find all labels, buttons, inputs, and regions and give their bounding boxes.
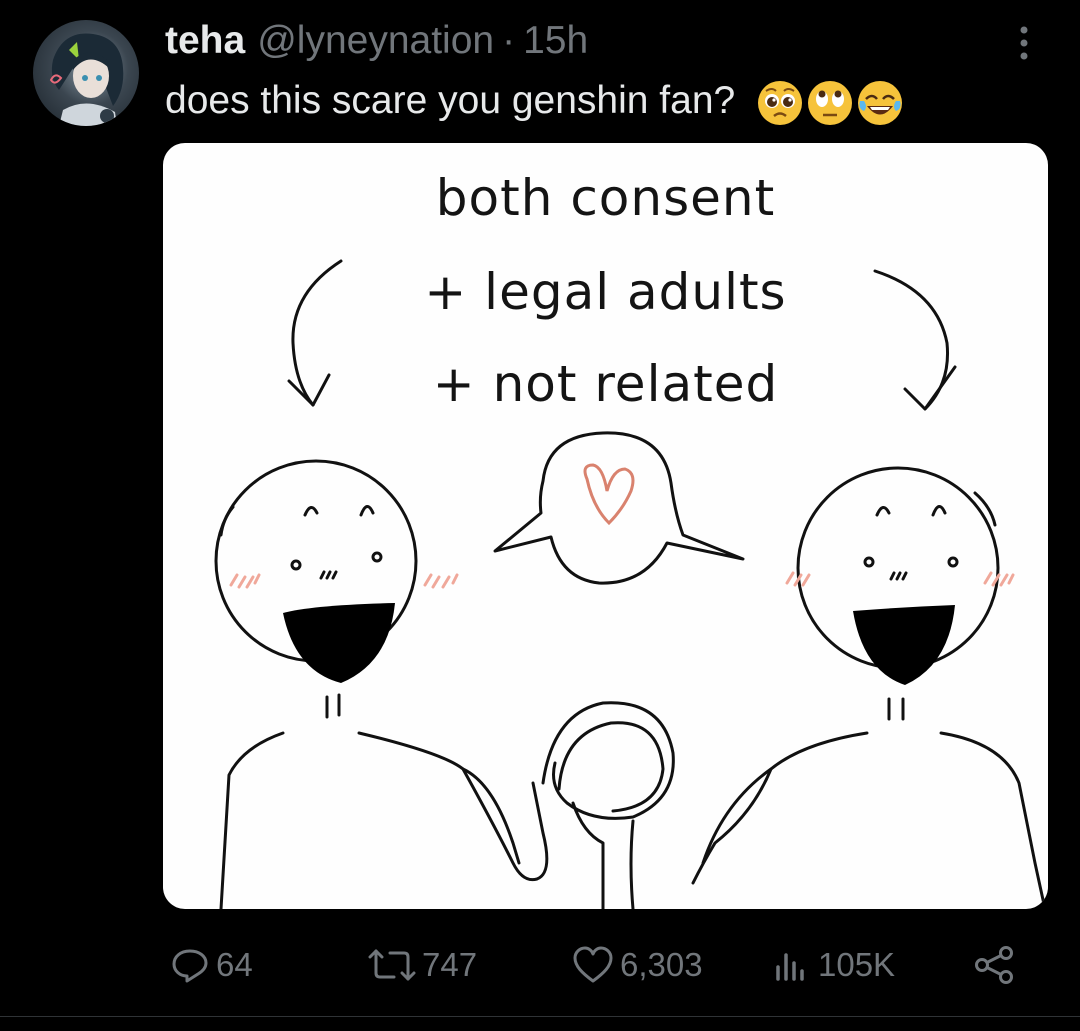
view-count: 105K bbox=[818, 946, 896, 983]
reply-icon bbox=[172, 949, 208, 983]
tweet-media-image[interactable]: both consent + legal adults + not relate… bbox=[163, 143, 1048, 909]
views-button[interactable]: 105K bbox=[772, 935, 895, 995]
heart-icon bbox=[573, 946, 613, 983]
divider bbox=[0, 1016, 1080, 1017]
comic-drawing bbox=[214, 259, 1047, 909]
retweet-count: 747 bbox=[422, 946, 478, 983]
share-button[interactable] bbox=[972, 935, 1016, 995]
like-count: 6,303 bbox=[620, 946, 703, 983]
retweet-icon bbox=[368, 949, 416, 981]
reply-button[interactable]: 64 bbox=[170, 935, 253, 995]
tweet-text: does this scare you genshin fan? bbox=[165, 76, 904, 127]
avatar[interactable] bbox=[33, 20, 139, 126]
user-handle[interactable]: @lyneynation bbox=[257, 19, 494, 63]
more-options-icon[interactable] bbox=[1004, 20, 1044, 66]
timestamp[interactable]: 15h bbox=[523, 19, 588, 63]
tweet-text-content: does this scare you genshin fan? bbox=[165, 79, 736, 122]
like-button[interactable]: 6,303 bbox=[572, 935, 703, 995]
tweet-header: teha @lyneynation · 15h bbox=[165, 16, 588, 66]
tweet-action-bar: 64 747 6,303 105K bbox=[0, 935, 1080, 995]
tears-of-joy-emoji-icon bbox=[858, 80, 903, 125]
emoji-group bbox=[756, 79, 904, 127]
share-icon bbox=[975, 946, 1013, 984]
views-chart-icon bbox=[776, 953, 804, 981]
separator-dot: · bbox=[502, 19, 516, 62]
rolling-eyes-emoji-icon bbox=[808, 80, 853, 125]
display-name[interactable]: teha bbox=[165, 19, 245, 63]
pleading-face-emoji-icon bbox=[758, 80, 803, 125]
retweet-button[interactable]: 747 bbox=[368, 935, 477, 995]
reply-count: 64 bbox=[216, 946, 253, 983]
